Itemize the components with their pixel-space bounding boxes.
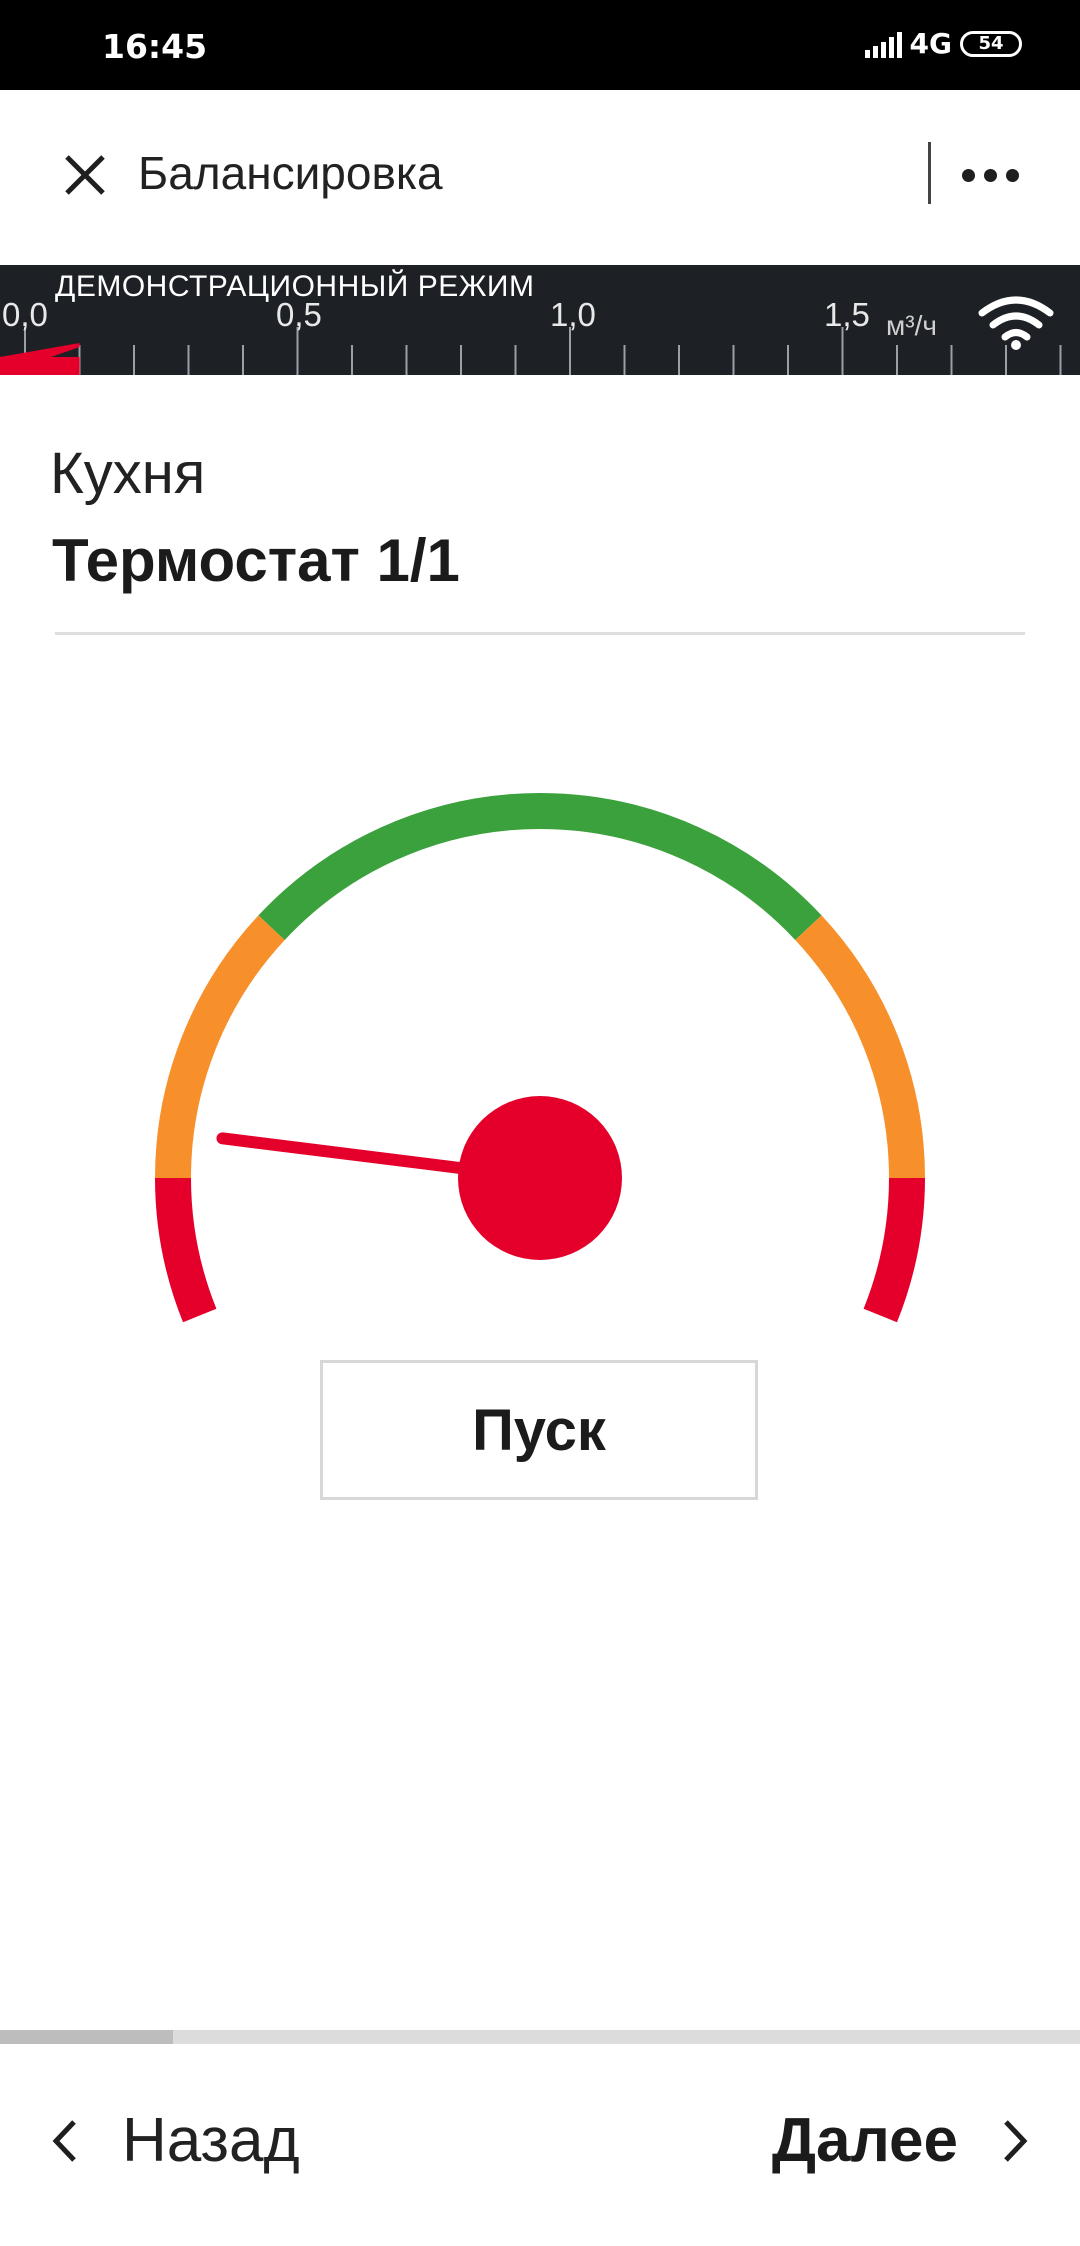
tick-label-0: 0,0 — [2, 296, 48, 333]
flow-indicator-bar — [0, 357, 80, 375]
chevron-left-icon — [52, 2119, 76, 2162]
progress-fill — [0, 2030, 173, 2044]
app-bar: Балансировка — [0, 90, 1080, 265]
gauge-hub — [458, 1096, 622, 1260]
gauge-zone-warn-high — [795, 915, 925, 1179]
appbar-divider — [928, 142, 931, 204]
next-label: Далее — [771, 2106, 958, 2175]
wifi-icon — [978, 296, 1054, 350]
more-dot — [983, 168, 997, 182]
more-dot — [961, 168, 975, 182]
signal-icon — [864, 30, 902, 58]
battery-level: 54 — [978, 33, 1004, 54]
close-button[interactable] — [55, 145, 119, 209]
room-name: Кухня — [50, 441, 206, 506]
back-button[interactable]: Назад — [50, 2105, 300, 2176]
balance-gauge — [155, 793, 925, 1323]
status-time: 16:45 — [102, 27, 208, 66]
status-icons: 4G 54 — [864, 27, 1022, 60]
gauge-zone-low — [155, 1177, 217, 1323]
start-button[interactable]: Пуск — [320, 1360, 758, 1500]
progress-track — [0, 2030, 1080, 2044]
page-title: Балансировка — [138, 147, 443, 199]
back-label: Назад — [122, 2106, 300, 2175]
device-name: Термостат 1/1 — [52, 527, 460, 594]
unit-label: м³/ч — [886, 310, 937, 341]
tick-label-3: 1,5 — [824, 296, 870, 333]
next-button[interactable]: Далее — [772, 2105, 1030, 2176]
battery-icon: 54 — [960, 30, 1022, 57]
more-options-button[interactable] — [950, 150, 1030, 200]
network-type: 4G — [909, 27, 952, 60]
gauge-zone-ok — [258, 793, 822, 940]
section-divider — [55, 632, 1025, 635]
more-dot — [1005, 168, 1019, 182]
bottom-navigation: Назад Далее — [0, 2045, 1080, 2246]
status-bar: 16:45 4G 54 — [0, 0, 1080, 90]
gauge-zone-high — [863, 1177, 925, 1323]
chevron-right-icon — [1004, 2119, 1028, 2162]
tick-label-1: 0,5 — [276, 296, 322, 333]
flow-meter-bar: ДЕМОНСТРАЦИОННЫЙ РЕЖИМ 0,0 0,5 1,0 1,5 м… — [0, 265, 1080, 375]
close-icon — [65, 155, 105, 195]
tick-label-2: 1,0 — [550, 296, 596, 333]
